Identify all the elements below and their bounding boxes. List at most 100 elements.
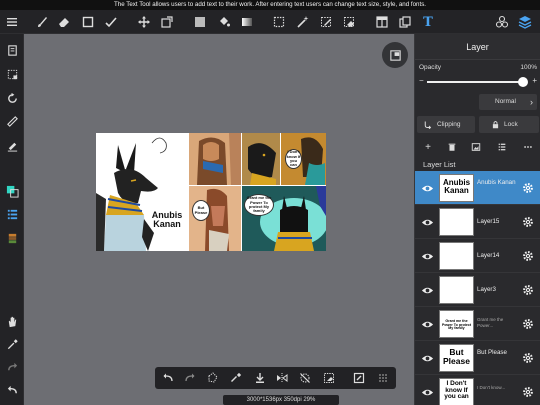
clipping-label: Clipping — [437, 121, 461, 128]
select-eraser-icon[interactable] — [341, 14, 357, 30]
eye-icon[interactable] — [420, 317, 434, 331]
magic-wand-icon[interactable] — [295, 14, 311, 30]
layer-name: Layer3 — [477, 286, 496, 293]
fill-color-icon[interactable] — [192, 14, 208, 30]
redo-icon[interactable] — [182, 370, 198, 386]
opacity-control: Opacity 100% − + — [415, 60, 540, 94]
redo-icon[interactable] — [4, 359, 20, 375]
edit-icon[interactable] — [351, 370, 367, 386]
color-history-icon[interactable] — [4, 230, 20, 246]
hand-icon[interactable] — [4, 313, 20, 329]
canvas-area[interactable]: Anubis Kanan I Don't know If you can But… — [24, 34, 414, 405]
layer-row[interactable]: Grant me the Power To protect My family … — [415, 307, 540, 341]
app-root: The Text Tool allows users to add text t… — [0, 0, 540, 405]
layer-list-icon[interactable] — [495, 140, 509, 154]
clipping-button[interactable]: Clipping — [417, 116, 475, 133]
jackal-head-illustration — [242, 133, 280, 185]
more-grid-icon[interactable] — [375, 370, 391, 386]
free-transform-icon[interactable] — [205, 370, 221, 386]
delete-layer-icon[interactable] — [445, 140, 459, 154]
move-icon[interactable] — [136, 14, 152, 30]
lock-button[interactable]: Lock — [479, 116, 539, 133]
layer-row[interactable]: Layer14 — [415, 239, 540, 273]
eye-icon[interactable] — [420, 385, 434, 399]
ruler-icon[interactable] — [4, 113, 20, 129]
more-options-icon[interactable] — [521, 140, 535, 154]
rotate-icon[interactable] — [4, 90, 20, 106]
anubis-figure-illustration — [96, 137, 167, 251]
layer-row[interactable]: Anubis Kanan Anubis Kanan — [415, 171, 540, 205]
layer-row[interactable]: Layer3 — [415, 273, 540, 307]
gear-icon[interactable] — [521, 317, 535, 331]
copy-icon[interactable] — [397, 14, 413, 30]
brush-size-icon[interactable] — [4, 206, 20, 222]
undo-icon[interactable] — [4, 382, 20, 398]
eye-icon[interactable] — [420, 215, 434, 229]
pages-icon[interactable] — [4, 42, 20, 58]
eye-icon[interactable] — [420, 351, 434, 365]
eraser-icon[interactable] — [56, 14, 72, 30]
gear-icon[interactable] — [521, 249, 535, 263]
speech-bubble-dont: I Don't know If you can — [285, 149, 302, 169]
clear-icon[interactable] — [321, 370, 337, 386]
layer-name: Anubis Kanan — [477, 179, 516, 186]
panel-jackal-top — [242, 133, 280, 185]
smudge-icon[interactable] — [103, 14, 119, 30]
clipping-icon — [424, 121, 432, 129]
eyedropper-icon[interactable] — [228, 370, 244, 386]
bucket-icon[interactable] — [216, 14, 232, 30]
opacity-decrease-button[interactable]: − — [419, 76, 424, 85]
opacity-increase-button[interactable]: + — [532, 76, 537, 85]
blend-mode-value: Normal — [495, 98, 516, 105]
opacity-label: Opacity — [419, 64, 442, 71]
eye-icon[interactable] — [420, 283, 434, 297]
eyedropper-icon[interactable] — [4, 336, 20, 352]
chevron-right-icon: › — [530, 97, 533, 107]
layer-actions-bar: + — [415, 138, 540, 156]
layer-name: I Don't know... — [477, 385, 506, 390]
flip-icon[interactable] — [274, 370, 290, 386]
pen-line-icon[interactable] — [4, 137, 20, 153]
eye-icon[interactable] — [420, 249, 434, 263]
gear-icon[interactable] — [521, 283, 535, 297]
panel-egyptian-top — [189, 133, 241, 185]
menu-icon[interactable] — [4, 14, 20, 30]
brush-icon[interactable] — [34, 14, 50, 30]
layer-row[interactable]: Layer15 — [415, 205, 540, 239]
layer-thumbnail: I Don't know If you can — [439, 378, 474, 405]
layer-image-icon[interactable] — [469, 140, 483, 154]
navigator-button[interactable] — [382, 42, 408, 68]
layer-thumbnail: Grant me the Power To protect My family — [439, 310, 474, 338]
text-tool-icon[interactable]: T — [420, 14, 436, 30]
layer-row[interactable]: But Please But Please — [415, 341, 540, 375]
opacity-slider-knob[interactable] — [518, 77, 528, 87]
gear-icon[interactable] — [521, 351, 535, 365]
add-layer-icon[interactable]: + — [421, 140, 435, 154]
layer-panel-title: Layer — [415, 34, 540, 60]
save-icon[interactable] — [252, 370, 268, 386]
top-toolbar: T — [0, 10, 540, 34]
gradient-icon[interactable] — [239, 14, 255, 30]
blend-mode-select[interactable]: Normal › — [479, 94, 537, 110]
gear-icon[interactable] — [521, 215, 535, 229]
left-sidebar — [0, 34, 24, 405]
snap-off-icon[interactable] — [297, 370, 313, 386]
speech-bubble-but-please: But Please — [192, 200, 210, 221]
eye-icon[interactable] — [420, 181, 434, 195]
comic-artwork[interactable]: Anubis Kanan I Don't know If you can But… — [96, 133, 326, 251]
materials-icon[interactable] — [494, 14, 510, 30]
select-pen-icon[interactable] — [318, 14, 334, 30]
color-swatch-icon[interactable] — [4, 183, 20, 199]
gear-icon[interactable] — [521, 181, 535, 195]
undo-icon[interactable] — [160, 370, 176, 386]
gear-icon[interactable] — [521, 385, 535, 399]
layout-icon[interactable] — [374, 14, 390, 30]
opacity-slider-track[interactable] — [427, 81, 523, 83]
square-icon[interactable] — [80, 14, 96, 30]
select-rect-icon[interactable] — [271, 14, 287, 30]
layer-row[interactable]: I Don't know If you can I Don't know... — [415, 375, 540, 405]
selection-icon[interactable] — [4, 66, 20, 82]
transform-icon[interactable] — [159, 14, 175, 30]
layer-thumbnail: But Please — [439, 344, 474, 372]
layers-icon[interactable] — [517, 14, 533, 30]
